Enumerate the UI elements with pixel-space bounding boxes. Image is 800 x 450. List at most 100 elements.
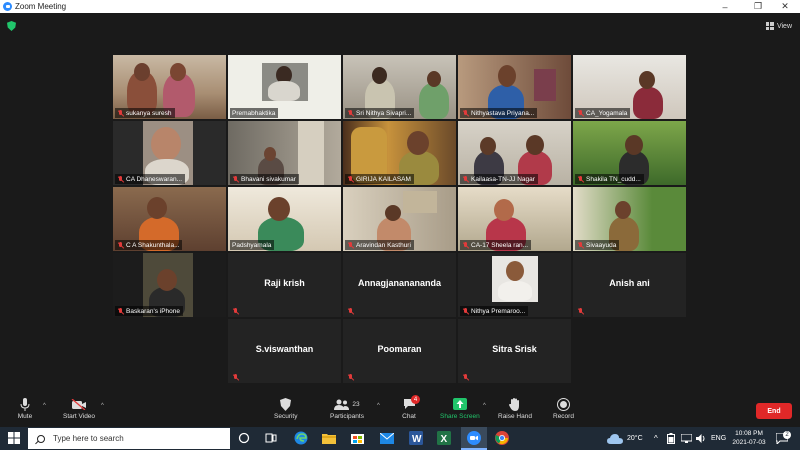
- participant-name-label: CA Dhaneswaran...: [115, 174, 186, 184]
- participant-name-label: sukanya suresh: [115, 108, 175, 118]
- mic-muted-icon: [232, 374, 238, 381]
- share-screen-button[interactable]: Share Screen: [440, 397, 480, 420]
- raise-hand-label: Raise Hand: [498, 413, 532, 420]
- notifications-icon[interactable]: 2: [776, 427, 791, 450]
- mail-icon[interactable]: [379, 431, 395, 446]
- share-screen-label: Share Screen: [440, 413, 480, 420]
- taskbar-clock[interactable]: 10:08 PM 2021-07-03: [729, 429, 769, 447]
- audio-options-chevron-icon[interactable]: ^: [43, 403, 46, 409]
- participant-tile[interactable]: Baskaran's iPhone: [113, 253, 226, 317]
- task-view-icon[interactable]: [265, 431, 280, 446]
- video-options-chevron-icon[interactable]: ^: [101, 403, 104, 409]
- participant-tile[interactable]: sukanya suresh: [113, 55, 226, 119]
- meeting-area: View sukanya suresh Premabhaktika Sri Ni…: [0, 13, 800, 395]
- participant-name-label: Bhavani sivakumar: [230, 174, 299, 184]
- volume-icon[interactable]: [696, 427, 707, 450]
- participant-name-label: CA_Yogamala: [575, 108, 631, 118]
- participant-tile[interactable]: Kailaasa-TN-JJ Nagar: [458, 121, 571, 185]
- participant-tile[interactable]: CA_Yogamala: [573, 55, 686, 119]
- minimize-button[interactable]: –: [710, 0, 740, 13]
- chat-label: Chat: [402, 413, 416, 420]
- svg-text:X: X: [441, 434, 448, 445]
- participant-name-label: Padshyamala: [230, 240, 275, 250]
- participant-name-label: Nithya Premaroo...: [460, 306, 529, 316]
- file-explorer-icon[interactable]: [322, 431, 337, 446]
- word-icon[interactable]: W: [409, 431, 424, 446]
- mic-muted-icon: [462, 307, 468, 315]
- participant-tile-video-off[interactable]: Annagjananananda: [343, 253, 456, 317]
- participant-name-label: Shakila TN_cudd...: [575, 174, 644, 184]
- mic-muted-icon: [347, 109, 353, 117]
- participant-tile-video-off[interactable]: Anish ani: [573, 253, 686, 317]
- participant-tile[interactable]: Sivaayuda: [573, 187, 686, 251]
- network-icon[interactable]: [681, 427, 692, 450]
- end-meeting-button[interactable]: End: [756, 403, 792, 419]
- participant-tile[interactable]: GIRIJA KAILASAM: [343, 121, 456, 185]
- participant-tile[interactable]: Bhavani sivakumar: [228, 121, 341, 185]
- weather-widget[interactable]: 20°C: [607, 427, 643, 450]
- chrome-icon[interactable]: [495, 431, 510, 446]
- maximize-button[interactable]: ❐: [743, 0, 773, 13]
- mic-muted-icon: [577, 175, 583, 183]
- participant-tile[interactable]: CA Dhaneswaran...: [113, 121, 226, 185]
- mic-muted-icon: [347, 175, 353, 183]
- mic-muted-icon: [232, 308, 238, 315]
- participant-tile[interactable]: Sri Nithya Sivapri...: [343, 55, 456, 119]
- participant-tile[interactable]: Shakila TN_cudd...: [573, 121, 686, 185]
- participant-tile-video-off[interactable]: S.viswanthan: [228, 319, 341, 383]
- participant-tile-video-off[interactable]: Sitra Srisk: [458, 319, 571, 383]
- windows-start-icon[interactable]: [8, 431, 23, 446]
- battery-icon[interactable]: [667, 427, 675, 450]
- participant-tile[interactable]: Padshyamala: [228, 187, 341, 251]
- participants-label: Participants: [330, 413, 364, 420]
- mute-button[interactable]: Mute: [17, 397, 33, 420]
- zoom-app-icon[interactable]: [461, 427, 487, 450]
- microsoft-store-icon[interactable]: [351, 431, 366, 446]
- view-button[interactable]: View: [765, 20, 792, 32]
- clock-date: 2021-07-03: [732, 439, 766, 446]
- participant-tile[interactable]: Nithyastava Priyana...: [458, 55, 571, 119]
- participant-tile[interactable]: Nithya Premaroo...: [458, 253, 571, 317]
- participant-tile-active-speaker[interactable]: Premabhaktika: [228, 55, 341, 119]
- edge-browser-icon[interactable]: [294, 431, 309, 446]
- participant-tile[interactable]: CA-17 Sheela ran...: [458, 187, 571, 251]
- security-button[interactable]: Security: [274, 397, 297, 420]
- excel-icon[interactable]: X: [437, 431, 452, 446]
- record-icon: [555, 397, 571, 411]
- mic-muted-icon: [232, 175, 238, 183]
- record-button[interactable]: Record: [553, 397, 574, 420]
- participants-button[interactable]: 23 Participants: [330, 397, 364, 420]
- taskbar-search-box[interactable]: Type here to search: [28, 428, 230, 449]
- shield-icon: [278, 397, 294, 411]
- participant-name-label: Nithyastava Priyana...: [460, 108, 538, 118]
- mic-muted-icon: [347, 374, 353, 381]
- zoom-logo-icon: [3, 2, 12, 11]
- participants-options-chevron-icon[interactable]: ^: [377, 403, 380, 409]
- chat-unread-badge: 4: [411, 395, 420, 404]
- cortana-circle-icon[interactable]: [238, 431, 253, 446]
- notification-count-badge: 2: [783, 431, 791, 439]
- participant-name-label: GIRIJA KAILASAM: [345, 174, 414, 184]
- chat-button[interactable]: 4 Chat: [401, 395, 420, 420]
- mute-label: Mute: [17, 413, 33, 420]
- weather-temperature: 20°C: [627, 435, 643, 442]
- input-language[interactable]: ENG: [711, 427, 726, 450]
- close-button[interactable]: ✕: [770, 0, 800, 13]
- mic-muted-icon: [577, 109, 583, 117]
- participant-tile-video-off[interactable]: Poomaran: [343, 319, 456, 383]
- participant-display-name: S.viswanthan: [255, 344, 314, 354]
- participant-tile[interactable]: Aravindan Kasthuri: [343, 187, 456, 251]
- participant-tile-video-off[interactable]: Raji krish: [228, 253, 341, 317]
- start-video-label: Start Video: [63, 413, 96, 420]
- mic-muted-icon: [347, 308, 353, 315]
- search-icon: [37, 434, 45, 443]
- view-label: View: [776, 22, 792, 30]
- participant-tile[interactable]: C A Shakunthala...: [113, 187, 226, 251]
- start-video-button[interactable]: Start Video: [63, 397, 95, 420]
- participants-count: 23: [352, 400, 360, 408]
- mic-muted-icon: [577, 308, 583, 315]
- raise-hand-button[interactable]: Raise Hand: [498, 397, 532, 420]
- share-options-chevron-icon[interactable]: ^: [483, 403, 486, 409]
- tray-expand-chevron-icon[interactable]: ^: [654, 427, 658, 450]
- security-shield-icon[interactable]: [7, 21, 16, 31]
